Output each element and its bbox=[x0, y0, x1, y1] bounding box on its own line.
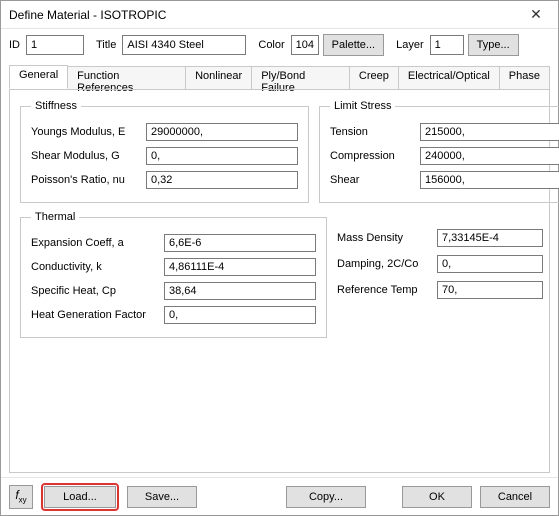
close-icon: ✕ bbox=[530, 6, 542, 23]
mass-density-field[interactable] bbox=[437, 229, 543, 247]
specific-heat-field[interactable] bbox=[164, 282, 316, 300]
tab-creep[interactable]: Creep bbox=[349, 66, 399, 90]
fieldset-stiffness: Stiffness Youngs Modulus, E Shear Modulu… bbox=[20, 100, 309, 203]
tab-function-references[interactable]: Function References bbox=[67, 66, 186, 90]
color-field[interactable] bbox=[291, 35, 319, 55]
expansion-label: Expansion Coeff, a bbox=[31, 237, 164, 249]
close-button[interactable]: ✕ bbox=[514, 1, 558, 29]
conductivity-field[interactable] bbox=[164, 258, 316, 276]
copy-button[interactable]: Copy... bbox=[286, 486, 366, 508]
header-row: ID Title Color Palette... Layer Type... bbox=[1, 29, 558, 61]
tab-phase[interactable]: Phase bbox=[499, 66, 550, 90]
legend-stiffness: Stiffness bbox=[31, 100, 81, 112]
misc-properties: Mass Density Damping, 2C/Co Reference Te… bbox=[337, 211, 543, 346]
footer-bar: fxy Load... Save... Copy... OK Cancel bbox=[1, 477, 558, 515]
title-bar: Define Material - ISOTROPIC ✕ bbox=[1, 1, 558, 29]
compression-field[interactable] bbox=[420, 147, 559, 165]
ok-button[interactable]: OK bbox=[402, 486, 472, 508]
title-label: Title bbox=[96, 39, 116, 51]
poisson-field[interactable] bbox=[146, 171, 298, 189]
tension-label: Tension bbox=[330, 126, 420, 138]
legend-limit-stress: Limit Stress bbox=[330, 100, 395, 112]
reference-temp-label: Reference Temp bbox=[337, 284, 437, 296]
specific-heat-label: Specific Heat, Cp bbox=[31, 285, 164, 297]
dialog-window: Define Material - ISOTROPIC ✕ ID Title C… bbox=[0, 0, 559, 516]
save-button[interactable]: Save... bbox=[127, 486, 197, 508]
id-field[interactable] bbox=[26, 35, 84, 55]
fieldset-limit-stress: Limit Stress Tension Compression Shear bbox=[319, 100, 559, 203]
title-field[interactable] bbox=[122, 35, 246, 55]
load-button[interactable]: Load... bbox=[44, 486, 116, 508]
type-button[interactable]: Type... bbox=[468, 34, 519, 56]
heat-gen-field[interactable] bbox=[164, 306, 316, 324]
tab-bar: General Function References Nonlinear Pl… bbox=[9, 65, 550, 89]
fieldset-thermal: Thermal Expansion Coeff, a Conductivity,… bbox=[20, 211, 327, 338]
fxy-button[interactable]: fxy bbox=[9, 485, 33, 509]
expansion-field[interactable] bbox=[164, 234, 316, 252]
tab-nonlinear[interactable]: Nonlinear bbox=[185, 66, 252, 90]
limit-shear-field[interactable] bbox=[420, 171, 559, 189]
mass-density-label: Mass Density bbox=[337, 232, 437, 244]
layer-field[interactable] bbox=[430, 35, 464, 55]
compression-label: Compression bbox=[330, 150, 420, 162]
color-label: Color bbox=[258, 39, 284, 51]
tab-content-general: Stiffness Youngs Modulus, E Shear Modulu… bbox=[9, 89, 550, 473]
cancel-button[interactable]: Cancel bbox=[480, 486, 550, 508]
window-title: Define Material - ISOTROPIC bbox=[9, 8, 514, 22]
damping-label: Damping, 2C/Co bbox=[337, 258, 437, 270]
palette-button[interactable]: Palette... bbox=[323, 34, 384, 56]
shear-modulus-label: Shear Modulus, G bbox=[31, 150, 146, 162]
youngs-label: Youngs Modulus, E bbox=[31, 126, 146, 138]
tab-plybond-failure[interactable]: Ply/Bond Failure bbox=[251, 66, 350, 90]
load-highlight: Load... bbox=[41, 483, 119, 511]
shear-modulus-field[interactable] bbox=[146, 147, 298, 165]
tab-general[interactable]: General bbox=[9, 65, 68, 89]
conductivity-label: Conductivity, k bbox=[31, 261, 164, 273]
tab-electrical-optical[interactable]: Electrical/Optical bbox=[398, 66, 500, 90]
layer-label: Layer bbox=[396, 39, 424, 51]
damping-field[interactable] bbox=[437, 255, 543, 273]
poisson-label: Poisson's Ratio, nu bbox=[31, 174, 146, 186]
heat-gen-label: Heat Generation Factor bbox=[31, 309, 164, 321]
limit-shear-label: Shear bbox=[330, 174, 420, 186]
id-label: ID bbox=[9, 39, 20, 51]
tension-field[interactable] bbox=[420, 123, 559, 141]
legend-thermal: Thermal bbox=[31, 211, 79, 223]
youngs-field[interactable] bbox=[146, 123, 298, 141]
reference-temp-field[interactable] bbox=[437, 281, 543, 299]
fxy-icon: fxy bbox=[15, 488, 26, 504]
